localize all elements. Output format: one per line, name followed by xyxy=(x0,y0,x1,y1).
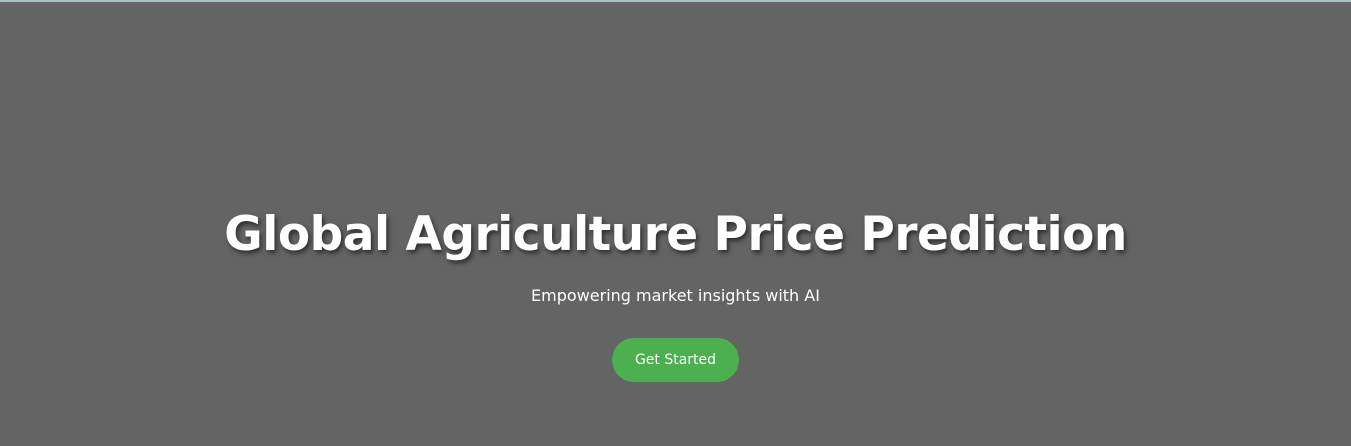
hero-section: Global Agriculture Price Prediction Empo… xyxy=(0,0,1351,446)
get-started-button[interactable]: Get Started xyxy=(612,338,739,382)
hero-subtitle: Empowering market insights with AI xyxy=(531,286,820,305)
hero-title: Global Agriculture Price Prediction xyxy=(224,207,1127,262)
